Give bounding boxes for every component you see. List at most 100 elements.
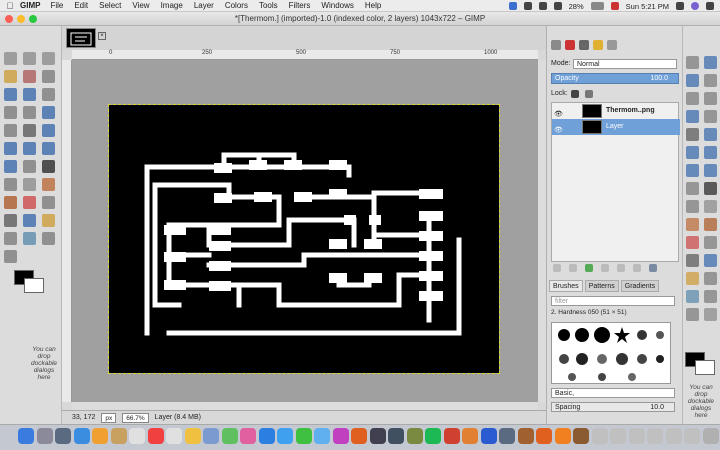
history-tab-icon[interactable]: [607, 40, 617, 50]
option-tool-icon[interactable]: [704, 182, 717, 195]
excel-icon[interactable]: [406, 428, 423, 444]
option-tool-icon[interactable]: [686, 128, 699, 141]
option-tool-icon[interactable]: [686, 200, 699, 213]
zoom-tool-icon[interactable]: [4, 106, 17, 119]
menu-colors[interactable]: Colors: [225, 1, 248, 10]
calendar-icon[interactable]: [129, 428, 145, 444]
stack-11-icon[interactable]: [684, 428, 700, 444]
menu-filters[interactable]: Filters: [289, 1, 311, 10]
dodge-burn-tool-icon[interactable]: [4, 250, 17, 263]
ellipse-select-tool-icon[interactable]: [23, 52, 36, 65]
lock-alpha-icon[interactable]: [585, 90, 593, 98]
reminders-icon[interactable]: [166, 428, 182, 444]
stack-10-icon[interactable]: [665, 428, 682, 444]
menu-view[interactable]: View: [132, 1, 149, 10]
undo-tab-icon[interactable]: [593, 40, 603, 50]
option-tool-icon[interactable]: [686, 74, 699, 87]
color-picker-tool-icon[interactable]: [42, 88, 55, 101]
tab-brushes[interactable]: Brushes: [549, 280, 583, 292]
stack-5-icon[interactable]: [573, 428, 589, 444]
option-tool-icon[interactable]: [686, 182, 699, 195]
firefox-icon[interactable]: [443, 428, 460, 444]
e-app-icon[interactable]: [462, 428, 478, 444]
minimize-window-icon[interactable]: [17, 15, 25, 23]
menu-file[interactable]: File: [50, 1, 63, 10]
zoom-window-icon[interactable]: [29, 15, 37, 23]
siri-icon[interactable]: [691, 2, 699, 10]
maps-icon[interactable]: [184, 428, 201, 444]
select-by-color-tool-icon[interactable]: [23, 70, 36, 83]
tab-patterns[interactable]: Patterns: [584, 280, 619, 292]
spacing-slider[interactable]: Spacing 10.0: [551, 402, 675, 412]
layers-tab-icon[interactable]: [551, 40, 561, 50]
stack-3-icon[interactable]: [536, 428, 552, 444]
flag-icon[interactable]: [610, 2, 619, 10]
scale-tool-icon[interactable]: [4, 142, 17, 155]
brush-filter-input[interactable]: filter: [551, 296, 675, 306]
brush-preset-select[interactable]: Basic,: [551, 388, 675, 398]
dropbox-icon[interactable]: [508, 2, 517, 10]
menu-tools[interactable]: Tools: [259, 1, 278, 10]
channels-tab-icon[interactable]: [565, 40, 575, 50]
lower-layer-icon[interactable]: [601, 264, 609, 272]
menu-select[interactable]: Select: [99, 1, 121, 10]
wifi-icon[interactable]: [538, 2, 547, 10]
launchpad-icon[interactable]: [55, 428, 71, 444]
stack-2-icon[interactable]: [517, 428, 534, 444]
bucket-fill-tool-icon[interactable]: [4, 178, 17, 191]
mode-select[interactable]: Normal: [573, 59, 677, 69]
vertical-ruler[interactable]: [62, 60, 72, 402]
delete-layer-icon[interactable]: [649, 264, 657, 272]
messages-icon[interactable]: [221, 428, 238, 444]
gimp-icon[interactable]: [480, 428, 497, 444]
cage-tool-icon[interactable]: [23, 160, 36, 173]
stack-1-icon[interactable]: [499, 428, 515, 444]
spotlight-icon[interactable]: [676, 2, 684, 10]
flip-tool-icon[interactable]: [4, 160, 17, 173]
foreground-select-tool-icon[interactable]: [4, 88, 17, 101]
blend-tool-icon[interactable]: [23, 178, 36, 191]
menu-image[interactable]: Image: [161, 1, 183, 10]
stack-8-icon[interactable]: [628, 428, 645, 444]
heal-tool-icon[interactable]: [42, 214, 55, 227]
facetime-icon[interactable]: [240, 428, 256, 444]
image-canvas[interactable]: [108, 104, 500, 374]
stack-7-icon[interactable]: [610, 428, 626, 444]
lock-pixels-icon[interactable]: [571, 90, 579, 98]
eraser-tool-icon[interactable]: [23, 196, 36, 209]
rotate-tool-icon[interactable]: [42, 124, 55, 137]
option-tool-icon[interactable]: [686, 254, 699, 267]
chrome-icon[interactable]: [351, 428, 367, 444]
paths-tab-icon[interactable]: [579, 40, 589, 50]
crop-tool-icon[interactable]: [23, 124, 36, 137]
option-tool-icon[interactable]: [704, 74, 717, 87]
rect-select-tool-icon[interactable]: [4, 52, 17, 65]
pencil-tool-icon[interactable]: [42, 178, 55, 191]
option-tool-icon[interactable]: [704, 56, 717, 69]
option-tool-icon[interactable]: [704, 308, 717, 321]
duplicate-layer-icon[interactable]: [617, 264, 625, 272]
free-select-tool-icon[interactable]: [42, 52, 55, 65]
blur-tool-icon[interactable]: [23, 232, 36, 245]
paintbrush-tool-icon[interactable]: [4, 196, 17, 209]
unit-select[interactable]: px: [101, 412, 117, 423]
clock[interactable]: Sun 5:21 PM: [626, 2, 669, 11]
apple-icon[interactable]: : [0, 1, 20, 11]
trash-icon[interactable]: [702, 428, 719, 444]
option-tool-icon[interactable]: [686, 110, 699, 123]
option-tool-icon[interactable]: [704, 218, 717, 231]
shear-tool-icon[interactable]: [23, 142, 36, 155]
photos-icon[interactable]: [203, 428, 219, 444]
opacity-slider[interactable]: Opacity 100.0: [551, 73, 679, 84]
eye-icon[interactable]: 👁: [554, 123, 563, 134]
move-tool-icon[interactable]: [42, 106, 55, 119]
option-tool-icon[interactable]: [686, 56, 699, 69]
contacts-icon[interactable]: [147, 428, 164, 444]
itunes-icon[interactable]: [258, 428, 275, 444]
option-tool-icon[interactable]: [704, 110, 717, 123]
option-tool-icon[interactable]: [686, 272, 699, 285]
option-tool-icon[interactable]: [704, 200, 717, 213]
airbrush-tool-icon[interactable]: [42, 196, 55, 209]
stack-9-icon[interactable]: [647, 428, 663, 444]
airplay-icon[interactable]: [523, 2, 532, 10]
